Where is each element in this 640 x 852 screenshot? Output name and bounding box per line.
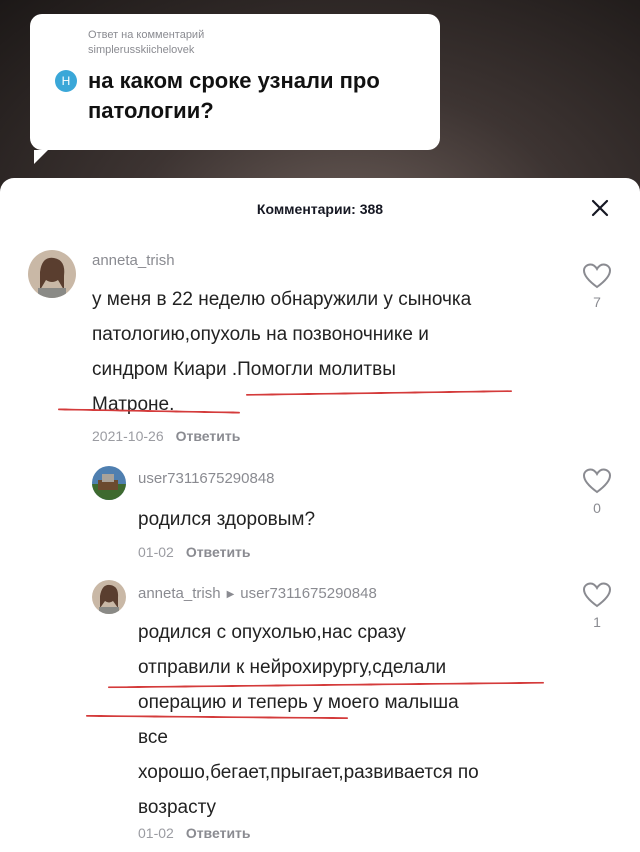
comment-text-line: операцию и теперь у моего малыша — [138, 692, 459, 713]
comment-date: 2021-10-26 — [92, 428, 164, 444]
comment-username[interactable]: anneta_trish — [92, 252, 175, 269]
comment-text: у меня в 22 неделю обнаружили у сыночка … — [92, 282, 572, 422]
comment-text: родился с опухолью,нас сразу отправили к… — [138, 615, 578, 825]
reply-sticker-question: на каком сроке узнали про патологии? — [88, 68, 380, 123]
comment-username[interactable]: user7311675290848 — [138, 470, 275, 487]
comment-text-line: хорошо,бегает,прыгает,развивается по — [138, 762, 479, 783]
like-count: 1 — [593, 614, 601, 630]
heart-icon[interactable] — [582, 262, 612, 290]
reply-to-username[interactable]: user7311675290848 — [240, 585, 377, 602]
heart-icon[interactable] — [582, 467, 612, 495]
comment-text-line: синдром Киари .Помогли молитвы — [92, 359, 396, 380]
comment-meta: 01-02 Ответить — [138, 544, 251, 560]
reply-arrow-icon: ▶ — [226, 588, 235, 600]
heart-icon[interactable] — [582, 581, 612, 609]
comment-meta: 01-02 Ответить — [138, 825, 251, 841]
like-count: 0 — [593, 500, 601, 516]
comment-meta: 2021-10-26 Ответить — [92, 428, 240, 444]
comment-text-line: возрасту — [138, 797, 216, 818]
comment-text-line: у меня в 22 неделю обнаружили у сыночка — [92, 289, 472, 310]
comment-text-line: отправили к нейрохирургу,сделали — [138, 657, 447, 678]
comment-text-line: патологию,опухоль на позвоночнике и — [92, 324, 429, 345]
like-count: 7 — [593, 294, 601, 310]
reply-sticker-username: simplerusskiichelovek — [88, 44, 195, 56]
avatar[interactable] — [28, 250, 76, 298]
comment-text-line: родился здоровым? — [138, 509, 316, 530]
reply-sticker-label: Ответ на комментарий — [88, 29, 205, 41]
comment-text-line: родился с опухолью,нас сразу — [138, 622, 406, 643]
avatar[interactable] — [92, 466, 126, 500]
reply-button[interactable]: Ответить — [176, 428, 241, 444]
comments-count-title: Комментарии: 388 — [256, 201, 384, 217]
reply-sticker-avatar: H — [55, 70, 77, 92]
comment-date: 01-02 — [138, 544, 174, 560]
comment-date: 01-02 — [138, 825, 174, 841]
comment-text-line: все — [138, 727, 168, 748]
reply-button[interactable]: Ответить — [186, 825, 251, 841]
avatar[interactable] — [92, 580, 126, 614]
comment-author[interactable]: anneta_trish — [138, 585, 221, 602]
comment-text: родился здоровым? — [138, 502, 558, 537]
reply-button[interactable]: Ответить — [186, 544, 251, 560]
close-icon[interactable] — [588, 196, 612, 220]
reply-sticker-header: Ответ на комментарий simplerusskiichelov… — [88, 28, 204, 58]
comment-username: anneta_trish ▶ user7311675290848 — [138, 585, 377, 602]
